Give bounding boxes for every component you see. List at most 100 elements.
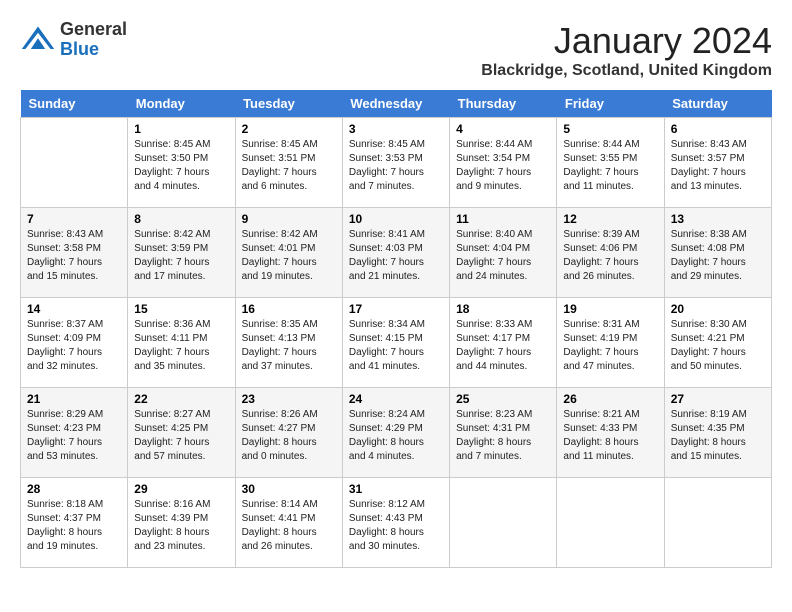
sunrise-text: Sunrise: 8:41 AM	[349, 229, 425, 240]
page-header: General Blue January 2024 Blackridge, Sc…	[20, 20, 772, 80]
sunset-text: Sunset: 4:37 PM	[27, 513, 101, 524]
location-title: Blackridge, Scotland, United Kingdom	[481, 62, 772, 80]
daylight-text: Daylight: 8 hours and 23 minutes.	[134, 527, 209, 552]
calendar-day-header: Monday	[128, 90, 235, 118]
day-info: Sunrise: 8:44 AM Sunset: 3:54 PM Dayligh…	[456, 138, 550, 194]
daylight-text: Daylight: 7 hours and 21 minutes.	[349, 257, 424, 282]
day-number: 25	[456, 392, 550, 406]
daylight-text: Daylight: 7 hours and 17 minutes.	[134, 257, 209, 282]
calendar-day-cell: 12 Sunrise: 8:39 AM Sunset: 4:06 PM Dayl…	[557, 208, 664, 298]
sunrise-text: Sunrise: 8:31 AM	[563, 319, 639, 330]
daylight-text: Daylight: 7 hours and 7 minutes.	[349, 167, 424, 192]
sunrise-text: Sunrise: 8:12 AM	[349, 499, 425, 510]
daylight-text: Daylight: 8 hours and 7 minutes.	[456, 437, 531, 462]
calendar-day-cell	[21, 118, 128, 208]
sunrise-text: Sunrise: 8:35 AM	[242, 319, 318, 330]
day-number: 7	[27, 212, 121, 226]
calendar-day-cell	[557, 478, 664, 568]
calendar-day-cell: 7 Sunrise: 8:43 AM Sunset: 3:58 PM Dayli…	[21, 208, 128, 298]
day-info: Sunrise: 8:21 AM Sunset: 4:33 PM Dayligh…	[563, 408, 657, 464]
day-number: 26	[563, 392, 657, 406]
logo-icon	[20, 22, 56, 58]
sunrise-text: Sunrise: 8:16 AM	[134, 499, 210, 510]
calendar-week-row: 7 Sunrise: 8:43 AM Sunset: 3:58 PM Dayli…	[21, 208, 772, 298]
day-number: 23	[242, 392, 336, 406]
calendar-day-cell: 13 Sunrise: 8:38 AM Sunset: 4:08 PM Dayl…	[664, 208, 771, 298]
sunrise-text: Sunrise: 8:19 AM	[671, 409, 747, 420]
sunset-text: Sunset: 3:58 PM	[27, 243, 101, 254]
day-info: Sunrise: 8:45 AM Sunset: 3:50 PM Dayligh…	[134, 138, 228, 194]
sunrise-text: Sunrise: 8:38 AM	[671, 229, 747, 240]
calendar-day-cell: 16 Sunrise: 8:35 AM Sunset: 4:13 PM Dayl…	[235, 298, 342, 388]
day-number: 20	[671, 302, 765, 316]
calendar-day-cell: 15 Sunrise: 8:36 AM Sunset: 4:11 PM Dayl…	[128, 298, 235, 388]
sunrise-text: Sunrise: 8:39 AM	[563, 229, 639, 240]
sunrise-text: Sunrise: 8:42 AM	[134, 229, 210, 240]
calendar-day-header: Sunday	[21, 90, 128, 118]
daylight-text: Daylight: 7 hours and 24 minutes.	[456, 257, 531, 282]
day-number: 15	[134, 302, 228, 316]
sunrise-text: Sunrise: 8:43 AM	[27, 229, 103, 240]
daylight-text: Daylight: 8 hours and 19 minutes.	[27, 527, 102, 552]
logo-general: General	[60, 20, 127, 40]
calendar-day-header: Wednesday	[342, 90, 449, 118]
calendar-day-cell: 21 Sunrise: 8:29 AM Sunset: 4:23 PM Dayl…	[21, 388, 128, 478]
day-number: 27	[671, 392, 765, 406]
daylight-text: Daylight: 8 hours and 0 minutes.	[242, 437, 317, 462]
logo-blue: Blue	[60, 40, 127, 60]
day-number: 21	[27, 392, 121, 406]
calendar-day-cell: 27 Sunrise: 8:19 AM Sunset: 4:35 PM Dayl…	[664, 388, 771, 478]
month-title: January 2024	[481, 20, 772, 62]
sunrise-text: Sunrise: 8:23 AM	[456, 409, 532, 420]
sunset-text: Sunset: 4:27 PM	[242, 423, 316, 434]
sunset-text: Sunset: 4:04 PM	[456, 243, 530, 254]
day-info: Sunrise: 8:35 AM Sunset: 4:13 PM Dayligh…	[242, 318, 336, 374]
daylight-text: Daylight: 7 hours and 35 minutes.	[134, 347, 209, 372]
sunset-text: Sunset: 3:51 PM	[242, 153, 316, 164]
day-number: 30	[242, 482, 336, 496]
daylight-text: Daylight: 7 hours and 47 minutes.	[563, 347, 638, 372]
daylight-text: Daylight: 7 hours and 13 minutes.	[671, 167, 746, 192]
calendar-day-cell: 22 Sunrise: 8:27 AM Sunset: 4:25 PM Dayl…	[128, 388, 235, 478]
day-number: 9	[242, 212, 336, 226]
day-info: Sunrise: 8:44 AM Sunset: 3:55 PM Dayligh…	[563, 138, 657, 194]
calendar-day-cell: 1 Sunrise: 8:45 AM Sunset: 3:50 PM Dayli…	[128, 118, 235, 208]
calendar-header-row: SundayMondayTuesdayWednesdayThursdayFrid…	[21, 90, 772, 118]
sunset-text: Sunset: 4:29 PM	[349, 423, 423, 434]
sunset-text: Sunset: 4:41 PM	[242, 513, 316, 524]
sunrise-text: Sunrise: 8:34 AM	[349, 319, 425, 330]
sunrise-text: Sunrise: 8:43 AM	[671, 139, 747, 150]
calendar-day-cell: 10 Sunrise: 8:41 AM Sunset: 4:03 PM Dayl…	[342, 208, 449, 298]
day-info: Sunrise: 8:29 AM Sunset: 4:23 PM Dayligh…	[27, 408, 121, 464]
day-number: 5	[563, 122, 657, 136]
sunset-text: Sunset: 3:54 PM	[456, 153, 530, 164]
daylight-text: Daylight: 7 hours and 57 minutes.	[134, 437, 209, 462]
daylight-text: Daylight: 7 hours and 41 minutes.	[349, 347, 424, 372]
sunrise-text: Sunrise: 8:37 AM	[27, 319, 103, 330]
sunset-text: Sunset: 4:25 PM	[134, 423, 208, 434]
sunrise-text: Sunrise: 8:18 AM	[27, 499, 103, 510]
day-info: Sunrise: 8:30 AM Sunset: 4:21 PM Dayligh…	[671, 318, 765, 374]
daylight-text: Daylight: 7 hours and 15 minutes.	[27, 257, 102, 282]
calendar-day-cell: 28 Sunrise: 8:18 AM Sunset: 4:37 PM Dayl…	[21, 478, 128, 568]
day-number: 28	[27, 482, 121, 496]
daylight-text: Daylight: 7 hours and 37 minutes.	[242, 347, 317, 372]
day-info: Sunrise: 8:26 AM Sunset: 4:27 PM Dayligh…	[242, 408, 336, 464]
daylight-text: Daylight: 8 hours and 11 minutes.	[563, 437, 638, 462]
sunrise-text: Sunrise: 8:36 AM	[134, 319, 210, 330]
sunset-text: Sunset: 4:08 PM	[671, 243, 745, 254]
day-info: Sunrise: 8:42 AM Sunset: 3:59 PM Dayligh…	[134, 228, 228, 284]
day-info: Sunrise: 8:41 AM Sunset: 4:03 PM Dayligh…	[349, 228, 443, 284]
calendar-day-cell: 18 Sunrise: 8:33 AM Sunset: 4:17 PM Dayl…	[450, 298, 557, 388]
daylight-text: Daylight: 7 hours and 6 minutes.	[242, 167, 317, 192]
sunset-text: Sunset: 4:01 PM	[242, 243, 316, 254]
calendar-week-row: 21 Sunrise: 8:29 AM Sunset: 4:23 PM Dayl…	[21, 388, 772, 478]
daylight-text: Daylight: 7 hours and 32 minutes.	[27, 347, 102, 372]
sunset-text: Sunset: 3:53 PM	[349, 153, 423, 164]
day-info: Sunrise: 8:19 AM Sunset: 4:35 PM Dayligh…	[671, 408, 765, 464]
day-number: 17	[349, 302, 443, 316]
sunset-text: Sunset: 4:03 PM	[349, 243, 423, 254]
daylight-text: Daylight: 8 hours and 30 minutes.	[349, 527, 424, 552]
day-info: Sunrise: 8:43 AM Sunset: 3:58 PM Dayligh…	[27, 228, 121, 284]
day-info: Sunrise: 8:38 AM Sunset: 4:08 PM Dayligh…	[671, 228, 765, 284]
